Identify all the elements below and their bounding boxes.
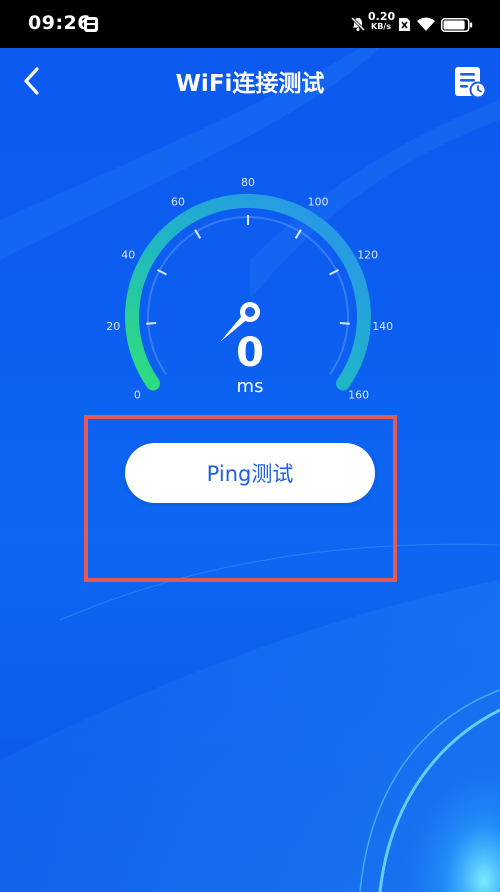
gauge-tick-label: 60 [171, 196, 185, 209]
back-chevron-icon[interactable] [18, 64, 48, 98]
history-list-icon[interactable] [452, 64, 488, 100]
wifi-test-screen: 09:26 0.20 KB/s WiFi连接测试 0 20 40 60 80 1… [0, 0, 500, 892]
battery-icon [441, 18, 473, 32]
latency-value: 0 [236, 330, 264, 376]
latency-unit: ms [236, 376, 264, 397]
no-sim-icon [399, 18, 410, 31]
gauge-tick-label: 120 [357, 249, 378, 262]
gauge-tick-label: 0 [134, 388, 141, 401]
gauge-tick [339, 322, 350, 325]
ping-test-button[interactable]: Ping测试 [125, 443, 375, 503]
network-speed: 0.20 KB/s [368, 10, 396, 32]
status-bar: 09:26 0.20 KB/s [0, 0, 500, 48]
network-speed-unit: KB/s [371, 22, 391, 31]
gauge-tick-label: 140 [372, 320, 393, 333]
gauge-tick-label: 20 [106, 320, 120, 333]
gauge-tick [146, 322, 157, 325]
mute-bell-icon [350, 16, 366, 32]
gauge-tick-label: 160 [348, 388, 369, 401]
page-title: WiFi连接测试 [175, 71, 325, 97]
gauge-tick-label: 100 [308, 196, 329, 209]
gauge-tick-label: 80 [241, 176, 255, 189]
status-time: 09:26 [28, 12, 91, 34]
status-icons: 0.20 KB/s [350, 10, 474, 36]
network-speed-value: 0.20 [368, 10, 396, 23]
wifi-icon [417, 17, 435, 31]
gauge-tick-label: 40 [121, 249, 135, 262]
notification-app-icon [84, 17, 98, 32]
